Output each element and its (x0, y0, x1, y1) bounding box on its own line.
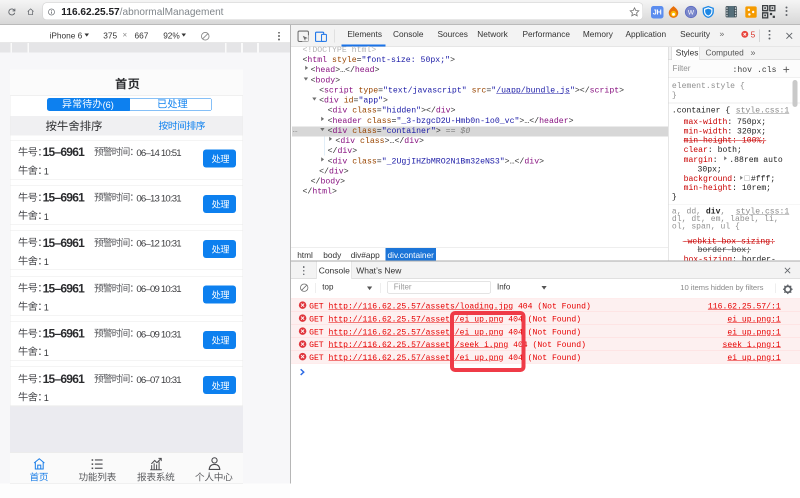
svg-text:W: W (688, 9, 695, 16)
